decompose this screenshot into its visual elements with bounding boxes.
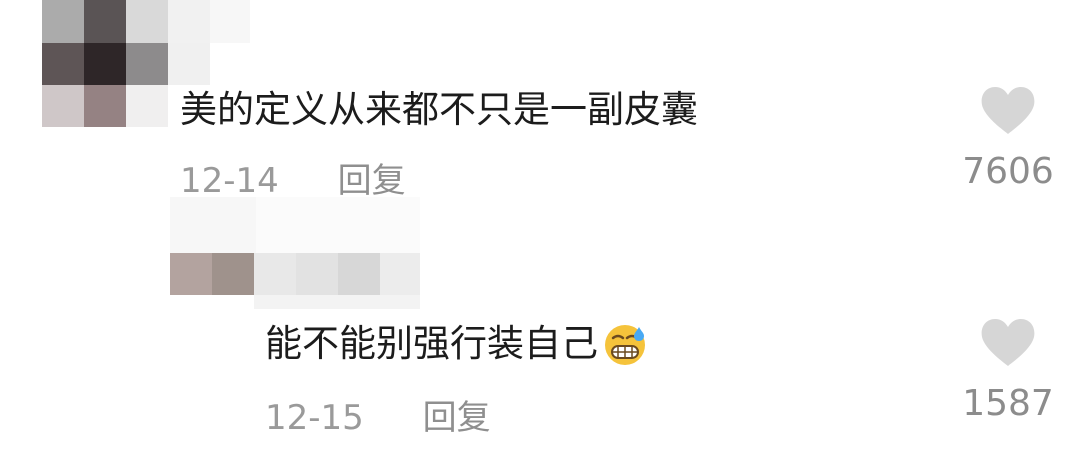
comment-text-content: 能不能别强行装自己 (265, 322, 598, 365)
username-pixel (338, 197, 420, 253)
comment-date: 12-15 (265, 398, 364, 438)
username-pixel (338, 253, 380, 295)
avatar-pixel (126, 85, 168, 127)
heart-icon (981, 319, 1035, 366)
reply-button[interactable]: 回复 (338, 161, 406, 201)
comment-text: 能不能别强行装自己 (265, 322, 648, 369)
avatar-pixel (42, 85, 84, 127)
username-pixel (212, 253, 254, 295)
comment-date: 12-14 (180, 161, 279, 201)
avatar-pixel (168, 43, 210, 85)
reply-button[interactable]: 回复 (423, 398, 491, 438)
like-count: 1587 (962, 383, 1054, 424)
username-pixel (380, 253, 420, 295)
comment-text: 美的定义从来都不只是一副皮囊 (180, 88, 698, 131)
username-pixel (254, 295, 420, 309)
like-button[interactable]: 7606 (960, 84, 1056, 192)
avatar-pixel (42, 0, 84, 43)
avatar-pixel (126, 0, 168, 43)
grimacing-sweat-emoji (605, 324, 645, 365)
username-pixel (296, 253, 338, 295)
avatar-pixel (210, 0, 250, 43)
avatar-pixel (42, 43, 84, 85)
like-count: 7606 (962, 151, 1054, 192)
comment-meta: 12-14 回复 (180, 161, 406, 201)
heart-icon (981, 87, 1035, 134)
username-pixel (170, 253, 212, 295)
username-pixel (254, 253, 296, 295)
avatar-pixel (84, 0, 126, 43)
avatar-pixel (84, 85, 126, 127)
username-pixel (170, 197, 256, 253)
avatar-pixel (84, 43, 126, 85)
avatar-pixel (126, 43, 168, 85)
username-pixel (256, 197, 338, 253)
avatar-pixel (168, 0, 210, 43)
like-button[interactable]: 1587 (960, 316, 1056, 424)
comment-meta: 12-15 回复 (265, 398, 491, 438)
